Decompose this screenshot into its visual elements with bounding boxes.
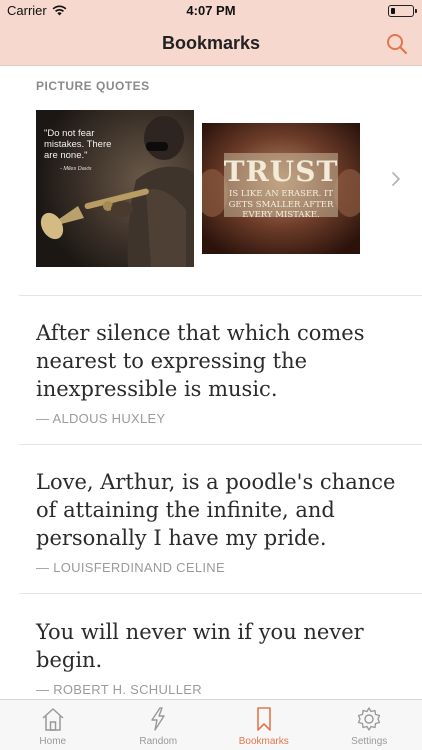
quote-author: — LOUISFERDINAND CELINE <box>36 560 225 575</box>
tab-settings[interactable]: Settings <box>317 700 422 750</box>
tab-bookmarks[interactable]: Bookmarks <box>211 700 317 750</box>
tab-label: Settings <box>351 736 388 747</box>
chevron-right-icon <box>392 172 400 186</box>
tab-label: Bookmarks <box>238 736 289 747</box>
home-icon <box>42 708 64 731</box>
quote-text: After silence that which comes nearest t… <box>36 321 365 401</box>
picture-quotes-next-button[interactable] <box>385 167 407 191</box>
bookmark-icon <box>256 707 271 731</box>
status-bar: Carrier 4:07 PM <box>0 0 422 22</box>
search-button[interactable] <box>384 31 410 57</box>
picture-quote-miles-davis[interactable]: "Do not fear mistakes. There are none." … <box>36 110 194 267</box>
divider <box>19 295 422 296</box>
quote-author: — ALDOUS HUXLEY <box>36 411 166 426</box>
picture-quote-title: TRUST <box>223 155 339 188</box>
page-title: Bookmarks <box>161 33 261 53</box>
quote-item[interactable]: You will never win if you never begin. —… <box>36 618 396 697</box>
quote-item[interactable]: Love, Arthur, is a poodle's chance of at… <box>36 468 396 575</box>
battery-icon <box>388 5 417 17</box>
tab-label: Random <box>139 736 178 747</box>
search-icon <box>387 34 408 55</box>
quote-author: — ROBERT H. SCHULLER <box>36 682 202 697</box>
picture-quote-text: IS LIKE AN ERASER. IT GETS SMALLER AFTER… <box>228 189 334 220</box>
divider <box>19 444 422 445</box>
navigation-bar: Bookmarks <box>0 22 422 66</box>
tab-home[interactable]: Home <box>0 700 106 750</box>
picture-quote-text: "Do not fear mistakes. There are none." <box>44 128 112 161</box>
bookmarks-list[interactable]: PICTURE QUOTES "Do not fear mistakes. Th… <box>0 67 422 699</box>
quote-text: You will never win if you never begin. <box>36 620 364 672</box>
divider <box>19 593 422 594</box>
tab-random[interactable]: Random <box>106 700 212 750</box>
gear-icon <box>358 707 381 731</box>
status-time: 4:07 PM <box>186 3 236 18</box>
quote-text: Love, Arthur, is a poodle's chance of at… <box>36 470 396 550</box>
tab-bar: Home Random Bookmarks Settings <box>0 699 422 750</box>
battery-level <box>390 7 395 14</box>
picture-quote-author: - Miles Davis <box>60 166 92 172</box>
picture-quote-trust[interactable]: TRUST IS LIKE AN ERASER. IT GETS SMALLER… <box>202 123 360 254</box>
lightning-icon <box>151 707 165 731</box>
section-header-picture-quotes: PICTURE QUOTES <box>36 79 150 93</box>
tab-label: Home <box>39 736 67 747</box>
quote-item[interactable]: After silence that which comes nearest t… <box>36 319 396 426</box>
